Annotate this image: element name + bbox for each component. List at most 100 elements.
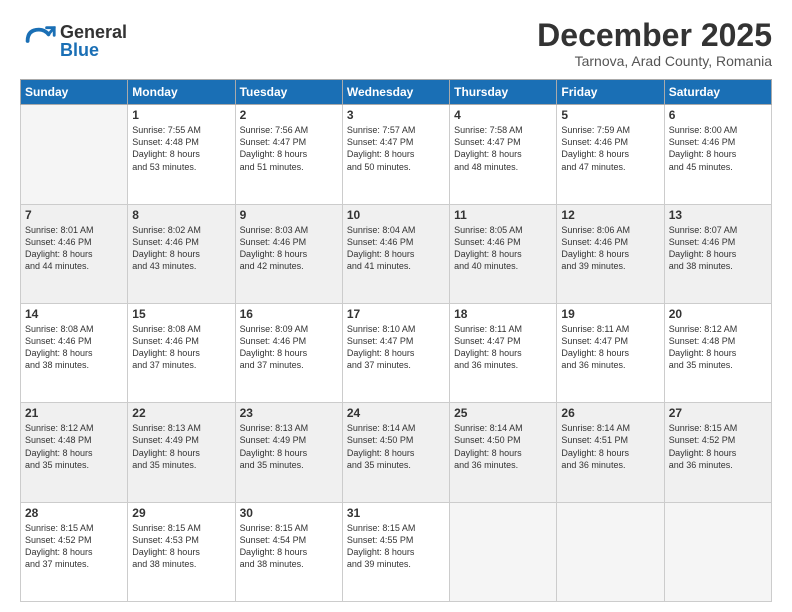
calendar-cell: 10 Sunrise: 8:04 AMSunset: 4:46 PMDayligh…	[342, 204, 449, 303]
calendar-cell: 5 Sunrise: 7:59 AMSunset: 4:46 PMDaylight…	[557, 105, 664, 204]
calendar-cell: 19 Sunrise: 8:11 AMSunset: 4:47 PMDayligh…	[557, 303, 664, 402]
logo-icon	[20, 22, 58, 60]
cell-info: Sunrise: 8:15 AMSunset: 4:52 PMDaylight:…	[669, 422, 767, 471]
calendar-cell: 28Sunrise: 8:15 AMSunset: 4:52 PMDayligh…	[21, 502, 128, 601]
week-row: 21 Sunrise: 8:12 AMSunset: 4:48 PMDayligh…	[21, 403, 772, 502]
logo-blue: Blue	[60, 41, 127, 59]
calendar-cell: 21 Sunrise: 8:12 AMSunset: 4:48 PMDayligh…	[21, 403, 128, 502]
calendar-cell: 15 Sunrise: 8:08 AMSunset: 4:46 PMDayligh…	[128, 303, 235, 402]
day-number: 17	[347, 307, 445, 321]
day-number: 9	[240, 208, 338, 222]
cell-info: Sunrise: 8:15 AMSunset: 4:53 PMDaylight:…	[132, 522, 230, 571]
header: General Blue December 2025 Tarnova, Arad…	[20, 18, 772, 69]
calendar-cell: 11Sunrise: 8:05 AMSunset: 4:46 PMDayligh…	[450, 204, 557, 303]
cell-info: Sunrise: 8:00 AMSunset: 4:46 PMDaylight:…	[669, 124, 767, 173]
calendar-cell: 20 Sunrise: 8:12 AMSunset: 4:48 PMDayligh…	[664, 303, 771, 402]
day-number: 25	[454, 406, 552, 420]
calendar-cell: 24Sunrise: 8:14 AMSunset: 4:50 PMDayligh…	[342, 403, 449, 502]
calendar-cell: 22 Sunrise: 8:13 AMSunset: 4:49 PMDayligh…	[128, 403, 235, 502]
cell-info: Sunrise: 8:04 AMSunset: 4:46 PMDaylight:…	[347, 224, 445, 273]
col-tuesday: Tuesday	[235, 80, 342, 105]
day-number: 23	[240, 406, 338, 420]
col-sunday: Sunday	[21, 80, 128, 105]
day-number: 13	[669, 208, 767, 222]
day-number: 30	[240, 506, 338, 520]
day-number: 1	[132, 108, 230, 122]
week-row: 28Sunrise: 8:15 AMSunset: 4:52 PMDayligh…	[21, 502, 772, 601]
cell-info: Sunrise: 8:12 AMSunset: 4:48 PMDaylight:…	[669, 323, 767, 372]
logo-general: General	[60, 23, 127, 41]
calendar-cell: 26 Sunrise: 8:14 AMSunset: 4:51 PMDayligh…	[557, 403, 664, 502]
col-wednesday: Wednesday	[342, 80, 449, 105]
col-friday: Friday	[557, 80, 664, 105]
day-number: 18	[454, 307, 552, 321]
calendar-cell: 13Sunrise: 8:07 AMSunset: 4:46 PMDayligh…	[664, 204, 771, 303]
cell-info: Sunrise: 7:58 AMSunset: 4:47 PMDaylight:…	[454, 124, 552, 173]
col-saturday: Saturday	[664, 80, 771, 105]
calendar: Sunday Monday Tuesday Wednesday Thursday…	[20, 79, 772, 602]
calendar-cell: 1 Sunrise: 7:55 AMSunset: 4:48 PMDaylight…	[128, 105, 235, 204]
month-title: December 2025	[537, 18, 772, 53]
calendar-cell: 23 Sunrise: 8:13 AMSunset: 4:49 PMDayligh…	[235, 403, 342, 502]
day-number: 19	[561, 307, 659, 321]
day-number: 27	[669, 406, 767, 420]
cell-info: Sunrise: 8:14 AMSunset: 4:51 PMDaylight:…	[561, 422, 659, 471]
cell-info: Sunrise: 8:14 AMSunset: 4:50 PMDaylight:…	[454, 422, 552, 471]
cell-info: Sunrise: 8:15 AMSunset: 4:54 PMDaylight:…	[240, 522, 338, 571]
calendar-cell: 7 Sunrise: 8:01 AMSunset: 4:46 PMDaylight…	[21, 204, 128, 303]
day-number: 20	[669, 307, 767, 321]
calendar-cell: 6Sunrise: 8:00 AMSunset: 4:46 PMDaylight…	[664, 105, 771, 204]
cell-info: Sunrise: 8:01 AMSunset: 4:46 PMDaylight:…	[25, 224, 123, 273]
day-number: 8	[132, 208, 230, 222]
cell-info: Sunrise: 8:10 AMSunset: 4:47 PMDaylight:…	[347, 323, 445, 372]
calendar-cell: 27 Sunrise: 8:15 AMSunset: 4:52 PMDayligh…	[664, 403, 771, 502]
page: General Blue December 2025 Tarnova, Arad…	[0, 0, 792, 612]
week-row: 1 Sunrise: 7:55 AMSunset: 4:48 PMDaylight…	[21, 105, 772, 204]
calendar-cell: 25 Sunrise: 8:14 AMSunset: 4:50 PMDayligh…	[450, 403, 557, 502]
day-number: 7	[25, 208, 123, 222]
cell-info: Sunrise: 8:08 AMSunset: 4:46 PMDaylight:…	[132, 323, 230, 372]
day-number: 15	[132, 307, 230, 321]
day-number: 3	[347, 108, 445, 122]
day-number: 21	[25, 406, 123, 420]
cell-info: Sunrise: 8:12 AMSunset: 4:48 PMDaylight:…	[25, 422, 123, 471]
calendar-cell: 2Sunrise: 7:56 AMSunset: 4:47 PMDaylight…	[235, 105, 342, 204]
calendar-cell: 14 Sunrise: 8:08 AMSunset: 4:46 PMDayligh…	[21, 303, 128, 402]
cell-info: Sunrise: 7:57 AMSunset: 4:47 PMDaylight:…	[347, 124, 445, 173]
cell-info: Sunrise: 8:03 AMSunset: 4:46 PMDaylight:…	[240, 224, 338, 273]
day-number: 12	[561, 208, 659, 222]
cell-info: Sunrise: 8:15 AMSunset: 4:52 PMDaylight:…	[25, 522, 123, 571]
calendar-cell: 29Sunrise: 8:15 AMSunset: 4:53 PMDayligh…	[128, 502, 235, 601]
calendar-cell: 4 Sunrise: 7:58 AMSunset: 4:47 PMDaylight…	[450, 105, 557, 204]
col-monday: Monday	[128, 80, 235, 105]
cell-info: Sunrise: 8:06 AMSunset: 4:46 PMDaylight:…	[561, 224, 659, 273]
calendar-cell: 12 Sunrise: 8:06 AMSunset: 4:46 PMDayligh…	[557, 204, 664, 303]
calendar-cell: 8 Sunrise: 8:02 AMSunset: 4:46 PMDaylight…	[128, 204, 235, 303]
cell-info: Sunrise: 7:59 AMSunset: 4:46 PMDaylight:…	[561, 124, 659, 173]
day-number: 14	[25, 307, 123, 321]
cell-info: Sunrise: 7:55 AMSunset: 4:48 PMDaylight:…	[132, 124, 230, 173]
calendar-header: Sunday Monday Tuesday Wednesday Thursday…	[21, 80, 772, 105]
cell-info: Sunrise: 8:11 AMSunset: 4:47 PMDaylight:…	[561, 323, 659, 372]
calendar-body: 1 Sunrise: 7:55 AMSunset: 4:48 PMDaylight…	[21, 105, 772, 602]
calendar-cell: 18 Sunrise: 8:11 AMSunset: 4:47 PMDayligh…	[450, 303, 557, 402]
day-number: 4	[454, 108, 552, 122]
calendar-cell: 30 Sunrise: 8:15 AMSunset: 4:54 PMDayligh…	[235, 502, 342, 601]
col-thursday: Thursday	[450, 80, 557, 105]
day-number: 5	[561, 108, 659, 122]
week-row: 14 Sunrise: 8:08 AMSunset: 4:46 PMDayligh…	[21, 303, 772, 402]
cell-info: Sunrise: 8:11 AMSunset: 4:47 PMDaylight:…	[454, 323, 552, 372]
cell-info: Sunrise: 8:13 AMSunset: 4:49 PMDaylight:…	[240, 422, 338, 471]
calendar-cell: 17 Sunrise: 8:10 AMSunset: 4:47 PMDayligh…	[342, 303, 449, 402]
calendar-cell	[450, 502, 557, 601]
cell-info: Sunrise: 8:13 AMSunset: 4:49 PMDaylight:…	[132, 422, 230, 471]
cell-info: Sunrise: 8:08 AMSunset: 4:46 PMDaylight:…	[25, 323, 123, 372]
day-number: 10	[347, 208, 445, 222]
calendar-cell	[557, 502, 664, 601]
day-number: 26	[561, 406, 659, 420]
location: Tarnova, Arad County, Romania	[537, 53, 772, 69]
day-number: 11	[454, 208, 552, 222]
day-number: 22	[132, 406, 230, 420]
title-block: December 2025 Tarnova, Arad County, Roma…	[537, 18, 772, 69]
cell-info: Sunrise: 8:02 AMSunset: 4:46 PMDaylight:…	[132, 224, 230, 273]
